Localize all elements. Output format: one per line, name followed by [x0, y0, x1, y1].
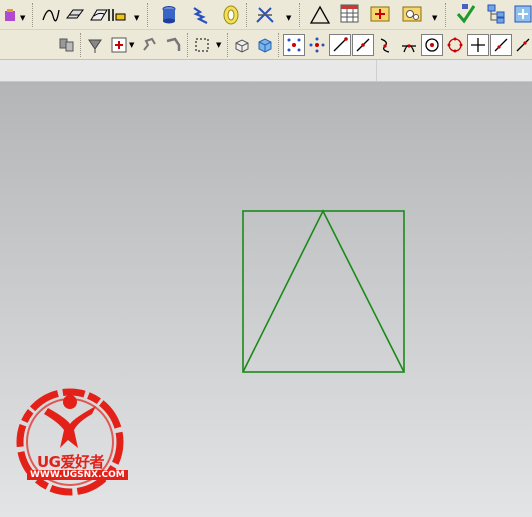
circle-center-icon[interactable]: [421, 34, 443, 56]
snap-end-icon[interactable]: [306, 34, 328, 56]
quadrant-icon[interactable]: [444, 34, 466, 56]
snap-grid-icon[interactable]: [283, 34, 305, 56]
line-mid-icon[interactable]: [352, 34, 374, 56]
snap-point-icon[interactable]: [84, 34, 106, 56]
selection-filter-icon[interactable]: [55, 34, 77, 56]
gear-settings-icon[interactable]: [401, 3, 423, 25]
shaded-box-icon[interactable]: [231, 34, 253, 56]
coil-icon[interactable]: [220, 4, 242, 26]
rectangle-select-icon[interactable]: [191, 34, 213, 56]
table-icon[interactable]: [339, 3, 361, 25]
point-on-line-icon[interactable]: [490, 34, 512, 56]
sketch-square[interactable]: [242, 210, 405, 373]
toolbar-separator: [278, 33, 281, 57]
toolbar-separator: [147, 3, 150, 27]
unknown-icon[interactable]: [512, 3, 532, 25]
spring-icon[interactable]: [190, 4, 212, 26]
triangle-icon[interactable]: [309, 4, 331, 26]
toolbar-separator: [32, 3, 35, 27]
face-rules-icon[interactable]: [162, 34, 184, 56]
curve-rules-icon[interactable]: [139, 34, 161, 56]
surface-icon[interactable]: [64, 4, 86, 26]
sketch-triangle[interactable]: [242, 209, 405, 373]
ugsnx-logo: [16, 388, 124, 496]
intersection-icon[interactable]: [398, 34, 420, 56]
main-toolbar: ▼ ▼ ▼ ▼: [0, 0, 532, 30]
toolbar-separator: [187, 33, 190, 57]
empty-toolbar-strip: [0, 60, 532, 82]
tangent-icon[interactable]: [375, 34, 397, 56]
line-end-icon[interactable]: [329, 34, 351, 56]
toolbar-divider: [376, 60, 377, 81]
wireframe-assembly-icon[interactable]: [254, 4, 276, 26]
chevron-down-icon[interactable]: ▼: [129, 41, 134, 49]
insert-note-icon[interactable]: [369, 3, 391, 25]
spline-curve-icon[interactable]: [40, 4, 62, 26]
selection-toolbar: ▼ ▼: [0, 30, 532, 83]
toolbar-dropdown-icon[interactable]: [0, 4, 22, 26]
chevron-down-icon[interactable]: ▼: [216, 41, 221, 49]
layer-settings-icon[interactable]: [106, 4, 128, 26]
hierarchy-icon[interactable]: [485, 3, 507, 25]
toolbar-separator: [227, 33, 230, 57]
logo-url-text: WWW.UGSNX.COM: [27, 470, 128, 480]
chevron-down-icon[interactable]: ▼: [286, 14, 291, 22]
chevron-down-icon[interactable]: ▼: [134, 14, 139, 22]
point-on-curve-icon[interactable]: [467, 34, 489, 56]
select-all-icon[interactable]: [108, 34, 130, 56]
chevron-down-icon[interactable]: ▼: [20, 14, 25, 22]
chevron-down-icon[interactable]: ▼: [432, 14, 437, 22]
solid-box-icon[interactable]: [254, 34, 276, 56]
logo-brand-text: UG爱好者: [37, 453, 105, 471]
cylinder-icon[interactable]: [158, 4, 180, 26]
toolbar-separator: [80, 33, 83, 57]
check-icon[interactable]: [455, 3, 477, 25]
toolbar-separator: [445, 3, 448, 27]
toolbar-separator: [246, 3, 249, 27]
graphics-window[interactable]: UG爱好者 WWW.UGSNX.COM: [0, 82, 532, 517]
toolbar-separator: [299, 3, 302, 27]
point-on-surface-icon[interactable]: [512, 34, 532, 56]
